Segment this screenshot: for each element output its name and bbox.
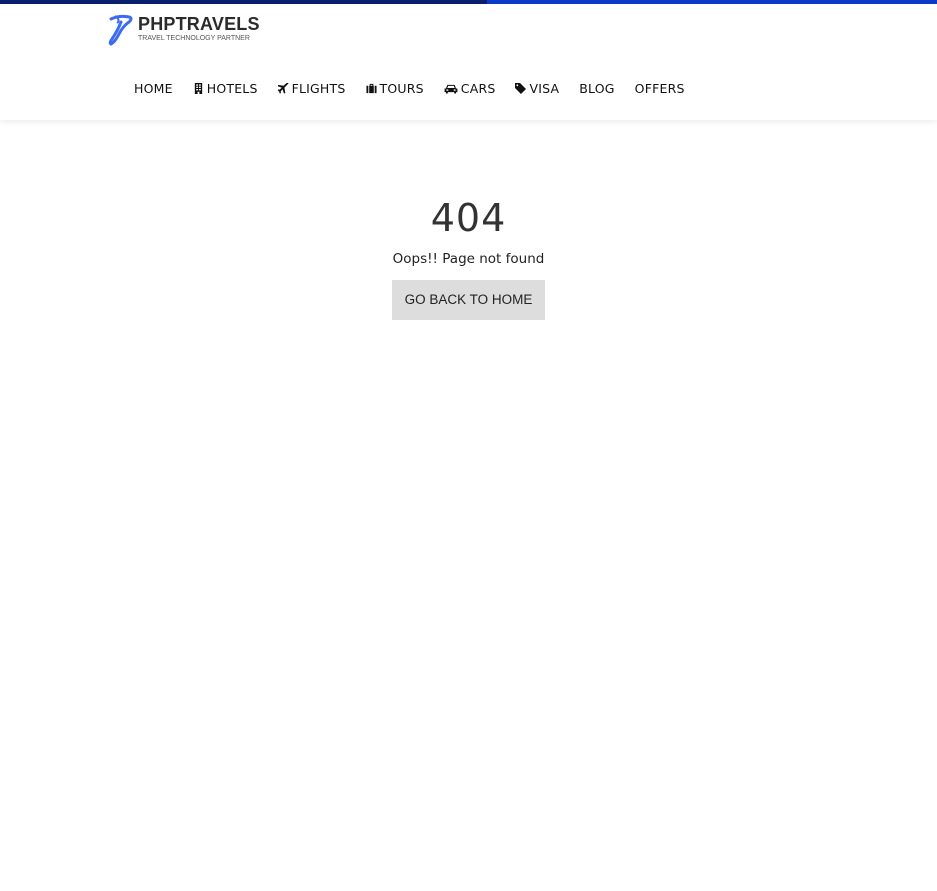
nav-flights[interactable]: FLIGHTS: [268, 81, 356, 96]
nav-label: FLIGHTS: [291, 81, 346, 96]
logo[interactable]: PHPTRAVELS TRAVEL TECHNOLOGY PARTNER: [107, 14, 260, 46]
nav-label: TOURS: [379, 81, 424, 96]
nav-label: VISA: [529, 81, 560, 96]
suitcase-icon: [365, 83, 377, 94]
nav-label: BLOG: [579, 81, 615, 96]
nav-visa[interactable]: VISA: [505, 81, 569, 96]
nav-label: OFFERS: [634, 81, 685, 96]
nav-hotels[interactable]: HOTELS: [183, 81, 268, 96]
plane-icon: [277, 83, 288, 94]
nav-blog[interactable]: BLOG: [569, 81, 624, 96]
nav-label: HOME: [134, 81, 173, 96]
logo-mark-icon: [108, 14, 133, 46]
nav-tours[interactable]: TOURS: [356, 81, 434, 96]
nav-offers[interactable]: OFFERS: [625, 81, 695, 96]
car-icon: [444, 84, 458, 94]
error-code: 404: [430, 196, 507, 240]
main-nav: HOME HOTELS FLIGHTS TOURS CARS VISA BLOG…: [124, 81, 695, 96]
tag-icon: [515, 83, 527, 94]
nav-cars[interactable]: CARS: [434, 81, 506, 96]
logo-tagline: TRAVEL TECHNOLOGY PARTNER: [138, 35, 250, 42]
error-section: 404 Oops!! Page not found GO BACK TO HOM…: [0, 196, 937, 320]
nav-label: CARS: [460, 81, 496, 96]
nav-home[interactable]: HOME: [124, 81, 183, 96]
site-header: PHPTRAVELS TRAVEL TECHNOLOGY PARTNER HOM…: [0, 4, 937, 120]
error-message: Oops!! Page not found: [392, 251, 545, 267]
nav-label: HOTELS: [206, 81, 258, 96]
building-icon: [194, 83, 202, 94]
go-back-home-button[interactable]: GO BACK TO HOME: [391, 280, 546, 320]
logo-name: PHPTRAVELS: [138, 14, 260, 34]
